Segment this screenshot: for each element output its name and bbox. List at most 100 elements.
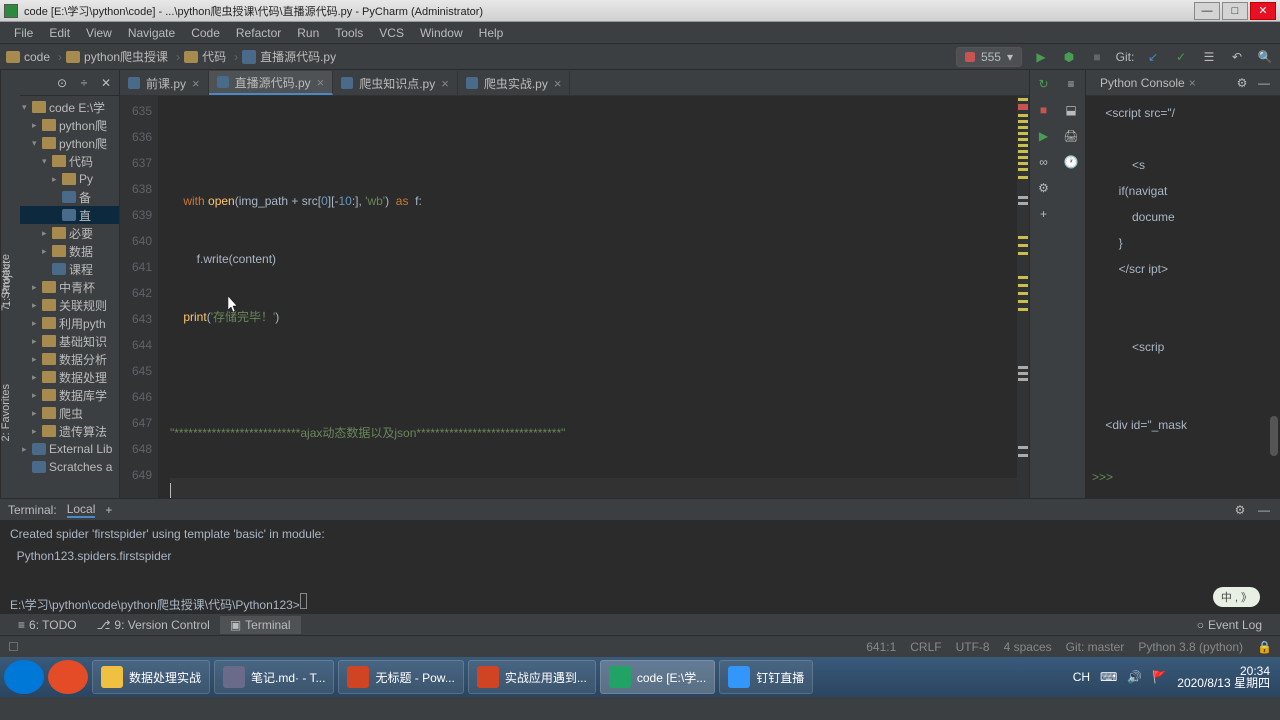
terminal-body[interactable]: Created spider 'firstspider' using templ…: [0, 521, 1280, 613]
keyboard-icon[interactable]: ⌨: [1100, 670, 1117, 684]
terminal-session-tab[interactable]: Local: [67, 502, 96, 518]
favorites-tool-tab[interactable]: 2: Favorites: [0, 380, 20, 445]
line-separator[interactable]: CRLF: [910, 640, 941, 654]
tree-row[interactable]: ▾代码: [20, 152, 119, 170]
run-button[interactable]: ▶: [1032, 48, 1050, 66]
tree-row[interactable]: ▸External Lib: [20, 440, 119, 458]
tree-row[interactable]: ▸爬虫: [20, 404, 119, 422]
tree-row[interactable]: ▸利用pyth: [20, 314, 119, 332]
minimize-button[interactable]: —: [1194, 2, 1220, 20]
vcs-tool-tab[interactable]: ⎇9: Version Control: [87, 616, 220, 634]
editor-tab[interactable]: 直播源代码.py×: [209, 71, 334, 95]
menu-edit[interactable]: Edit: [41, 24, 78, 42]
tree-row[interactable]: ▸python爬: [20, 116, 119, 134]
history-icon[interactable]: 🕐: [1063, 154, 1079, 170]
git-branch[interactable]: Git: master: [1066, 640, 1125, 654]
editor-tab[interactable]: 爬虫实战.py×: [458, 71, 571, 95]
menu-view[interactable]: View: [78, 24, 120, 42]
editor-tab[interactable]: 爬虫知识点.py×: [333, 71, 458, 95]
menu-refactor[interactable]: Refactor: [228, 24, 289, 42]
terminal-tool-tab[interactable]: ▣Terminal: [220, 616, 301, 634]
vcs-revert-button[interactable]: ↶: [1228, 48, 1246, 66]
taskbar-item[interactable]: code [E:\学...: [600, 660, 715, 694]
search-button[interactable]: 🔍: [1256, 48, 1274, 66]
tree-row[interactable]: ▾python爬: [20, 134, 119, 152]
tree-row[interactable]: 直: [20, 206, 119, 224]
event-log-tool-tab[interactable]: ○Event Log: [1187, 616, 1272, 634]
console-tab[interactable]: Python Console×: [1094, 74, 1202, 92]
tree-row[interactable]: ▸数据库学: [20, 386, 119, 404]
status-icon[interactable]: ☐: [8, 640, 19, 654]
breadcrumb-item[interactable]: python爬虫授课: [66, 48, 168, 65]
console-output[interactable]: <script src="/ <s if(navigat docume } </…: [1086, 96, 1280, 498]
scrollbar-thumb[interactable]: [1270, 416, 1278, 456]
close-icon[interactable]: ×: [192, 76, 200, 91]
vcs-update-button[interactable]: ↙: [1144, 48, 1162, 66]
todo-tool-tab[interactable]: ≡6: TODO: [8, 616, 87, 634]
volume-icon[interactable]: 🔊: [1127, 670, 1142, 684]
stop-icon[interactable]: ■: [1036, 102, 1052, 118]
maximize-button[interactable]: □: [1222, 2, 1248, 20]
close-icon[interactable]: ×: [1189, 76, 1196, 90]
tree-row[interactable]: ▸中青杯: [20, 278, 119, 296]
rerun-icon[interactable]: ↻: [1036, 76, 1052, 92]
tree-row[interactable]: 备: [20, 188, 119, 206]
tree-row[interactable]: ▸基础知识: [20, 332, 119, 350]
taskbar-item[interactable]: 数据处理实战: [92, 660, 210, 694]
taskbar-item[interactable]: 实战应用遇到...: [468, 660, 596, 694]
tree-row[interactable]: ▸遗传算法: [20, 422, 119, 440]
ime-badge[interactable]: 中 , 》: [1213, 587, 1260, 607]
add-terminal-button[interactable]: +: [105, 503, 112, 517]
add-icon[interactable]: +: [1036, 206, 1052, 222]
close-button[interactable]: ✕: [1250, 2, 1276, 20]
vcs-history-button[interactable]: ☰: [1200, 48, 1218, 66]
link-icon[interactable]: ∞: [1036, 154, 1052, 170]
taskbar-item[interactable]: [4, 660, 44, 694]
tree-row[interactable]: ▾code E:\学: [20, 98, 119, 116]
breadcrumb-item[interactable]: 代码: [184, 48, 226, 65]
menu-navigate[interactable]: Navigate: [120, 24, 183, 42]
print-icon[interactable]: 🖨: [1063, 128, 1079, 144]
taskbar-item[interactable]: [48, 660, 88, 694]
clock[interactable]: 20:34 2020/8/13 星期四: [1177, 665, 1270, 689]
tree-collapse-icon[interactable]: ✕: [99, 76, 113, 90]
taskbar-item[interactable]: 笔记.md· - T...: [214, 660, 334, 694]
hide-icon[interactable]: —: [1256, 75, 1272, 91]
caret-position[interactable]: 641:1: [866, 640, 896, 654]
project-tree[interactable]: ▾code E:\学▸python爬▾python爬▾代码▸Py备直▸必要▸数据…: [20, 96, 119, 478]
hide-icon[interactable]: —: [1256, 502, 1272, 518]
settings-icon[interactable]: ⚙: [1036, 180, 1052, 196]
breadcrumb-item[interactable]: 直播源代码.py: [242, 48, 336, 65]
menu-vcs[interactable]: VCS: [371, 24, 412, 42]
tree-row[interactable]: Scratches a: [20, 458, 119, 476]
indent[interactable]: 4 spaces: [1004, 640, 1052, 654]
close-icon[interactable]: ×: [317, 75, 325, 90]
menu-help[interactable]: Help: [471, 24, 512, 42]
tree-row[interactable]: ▸必要: [20, 224, 119, 242]
tree-row[interactable]: ▸数据处理: [20, 368, 119, 386]
scroll-icon[interactable]: ⬓: [1063, 102, 1079, 118]
debug-button[interactable]: ⬢: [1060, 48, 1078, 66]
vcs-commit-button[interactable]: ✓: [1172, 48, 1190, 66]
close-icon[interactable]: ×: [441, 76, 449, 91]
tree-row[interactable]: ▸Py: [20, 170, 119, 188]
run-config-select[interactable]: 555 ▾: [956, 47, 1022, 67]
taskbar-item[interactable]: 无标题 - Pow...: [338, 660, 463, 694]
tree-row[interactable]: 课程: [20, 260, 119, 278]
gear-icon[interactable]: ⚙: [1234, 75, 1250, 91]
editor-error-stripe[interactable]: [1017, 96, 1029, 498]
tree-expand-icon[interactable]: ÷: [77, 76, 91, 90]
tree-row[interactable]: ▸数据: [20, 242, 119, 260]
structure-tool-tab[interactable]: 7: Structure: [0, 250, 20, 315]
menu-run[interactable]: Run: [289, 24, 327, 42]
tree-select-icon[interactable]: ⊙: [55, 76, 69, 90]
editor-tab[interactable]: 前课.py×: [120, 71, 209, 95]
menu-tools[interactable]: Tools: [327, 24, 371, 42]
menu-file[interactable]: File: [6, 24, 41, 42]
breadcrumb-item[interactable]: code: [6, 50, 50, 64]
python-interpreter[interactable]: Python 3.8 (python): [1138, 640, 1243, 654]
tree-row[interactable]: ▸关联规则: [20, 296, 119, 314]
code-editor[interactable]: with open(img_path + src[0][-10:], 'wb')…: [158, 96, 1029, 498]
encoding[interactable]: UTF-8: [956, 640, 990, 654]
ime-indicator[interactable]: CH: [1073, 670, 1090, 684]
